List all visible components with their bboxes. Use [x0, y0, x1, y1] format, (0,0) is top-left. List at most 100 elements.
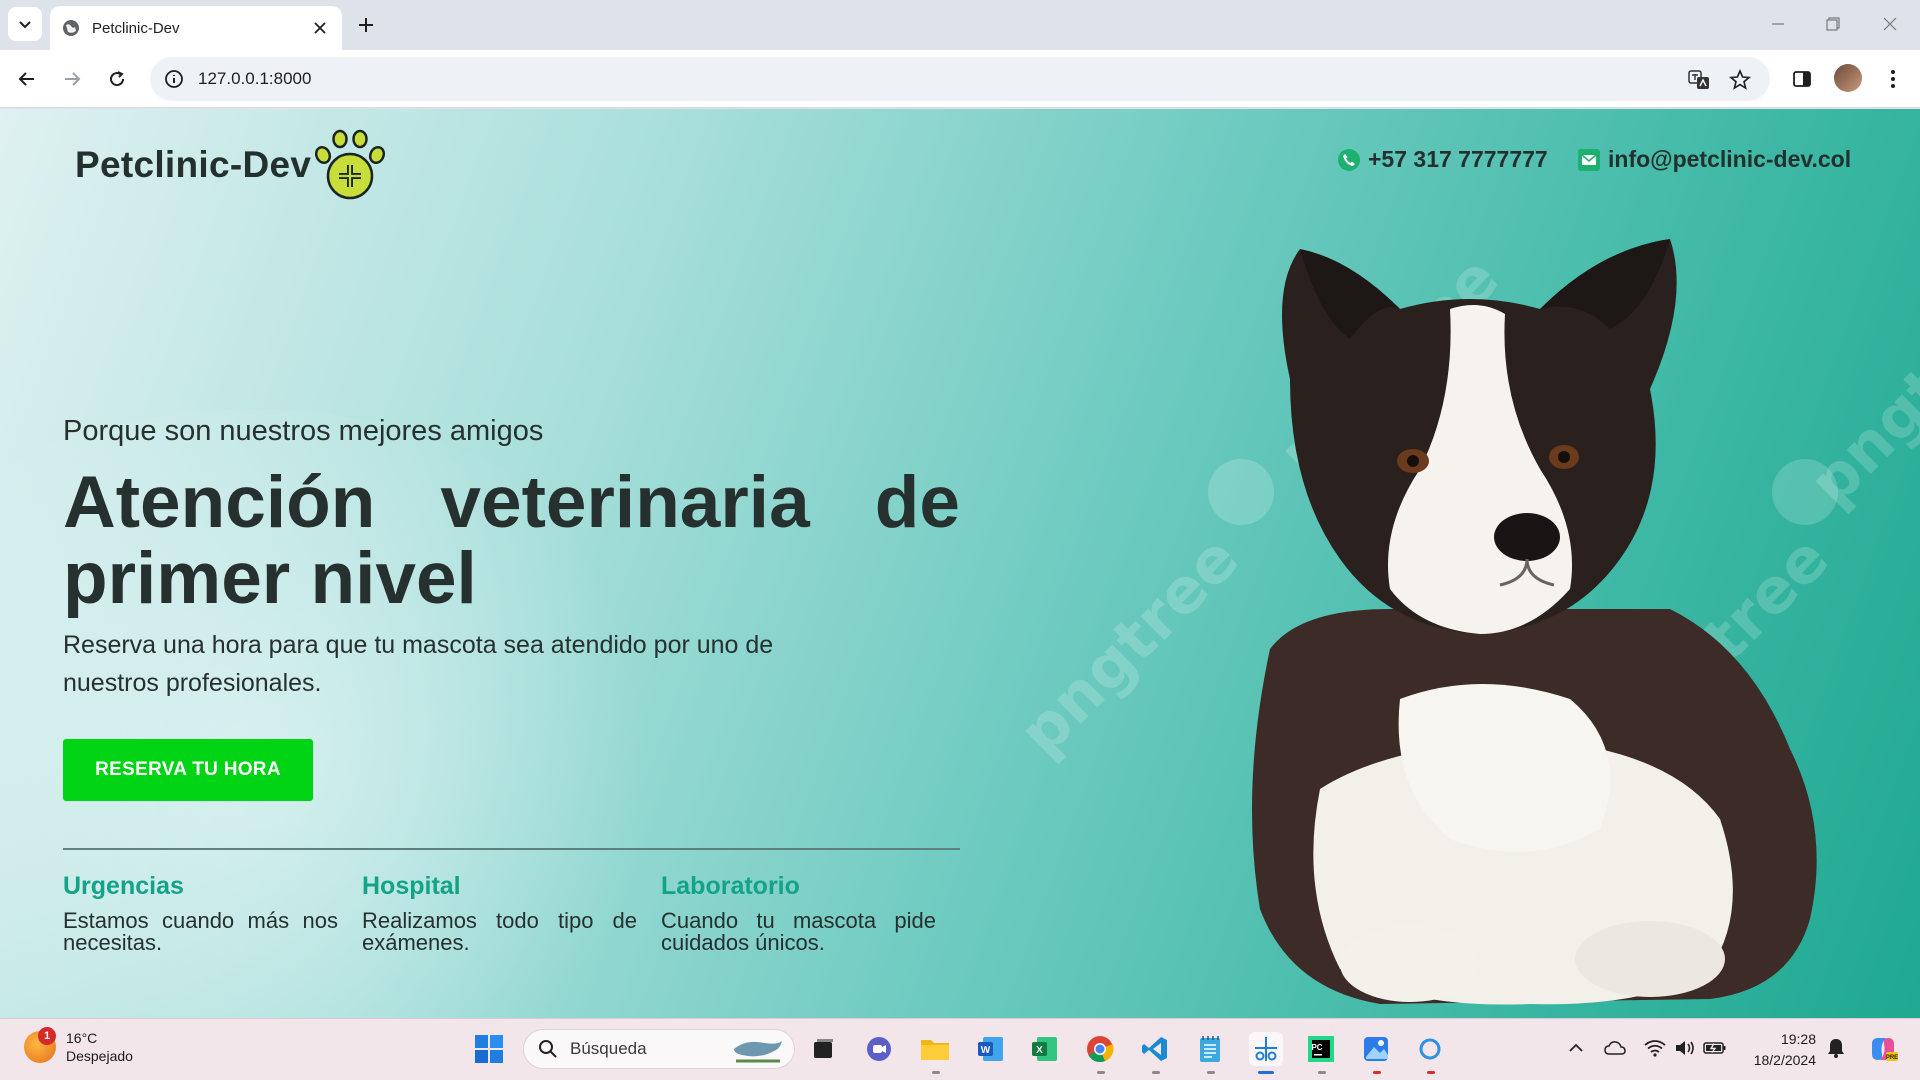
- weather-text: 16°C Despejado: [66, 1029, 133, 1065]
- address-bar[interactable]: 127.0.0.1:8000: [150, 57, 1770, 101]
- feature-text: Estamos cuando más nos necesitas.: [63, 908, 338, 955]
- tab-close-button[interactable]: [310, 18, 330, 38]
- translate-icon: [1688, 70, 1709, 89]
- brand[interactable]: Petclinic-Dev: [75, 127, 389, 203]
- file-explorer-app[interactable]: [918, 1032, 952, 1066]
- snipping-tool-app[interactable]: [1249, 1032, 1283, 1066]
- tray-overflow-button[interactable]: [1564, 1036, 1588, 1060]
- back-button[interactable]: [11, 63, 43, 95]
- close-window-button[interactable]: [1878, 12, 1902, 36]
- restore-button[interactable]: [1821, 12, 1845, 36]
- browser-tabstrip: Petclinic-Dev: [0, 0, 1920, 50]
- search-placeholder: Búsqueda: [570, 1039, 647, 1058]
- notifications-button[interactable]: [1824, 1036, 1848, 1060]
- battery-button[interactable]: [1703, 1036, 1727, 1060]
- excel-app[interactable]: X: [1028, 1032, 1062, 1066]
- feature-title: Hospital: [362, 872, 461, 900]
- notepad-app[interactable]: [1193, 1032, 1227, 1066]
- bookmark-button[interactable]: [1727, 67, 1753, 93]
- chevron-down-icon: [19, 21, 31, 29]
- contact-email[interactable]: info@petclinic-dev.col: [1578, 146, 1851, 173]
- plus-icon: [359, 18, 373, 32]
- tab-title: Petclinic-Dev: [92, 19, 180, 37]
- translate-button[interactable]: [1686, 67, 1712, 93]
- clock-date: 18/2/2024: [1753, 1052, 1816, 1068]
- feature-laboratorio: Laboratorio Cuando tu mascota pide cuida…: [661, 872, 936, 954]
- weather-sun-icon: 1: [24, 1027, 56, 1063]
- page-viewport: pngtree pngtree pngtree pngtree Petclini…: [0, 109, 1920, 1018]
- profile-avatar[interactable]: [1834, 64, 1862, 92]
- svg-text:PRE: PRE: [1886, 1055, 1898, 1061]
- minimize-button[interactable]: [1766, 12, 1790, 36]
- side-panel-button[interactable]: [1787, 64, 1817, 94]
- word-app[interactable]: W: [974, 1032, 1008, 1066]
- forward-button[interactable]: [56, 63, 88, 95]
- browser-tab[interactable]: Petclinic-Dev: [50, 6, 342, 50]
- star-icon: [1729, 69, 1751, 90]
- reserve-button[interactable]: RESERVA TU HORA: [63, 739, 313, 801]
- side-panel-icon: [1793, 71, 1811, 87]
- hero-subtitle: Porque son nuestros mejores amigos: [63, 415, 544, 447]
- chrome-icon: [1087, 1036, 1114, 1063]
- vscode-icon: [1142, 1037, 1167, 1061]
- teams-app[interactable]: [862, 1032, 896, 1066]
- weather-desc: Despejado: [66, 1048, 133, 1064]
- svg-text:PC: PC: [1311, 1043, 1322, 1052]
- feature-text: Cuando tu mascota pide cuidados únicos.: [661, 908, 936, 955]
- arrow-right-icon: [65, 72, 81, 86]
- folder-icon: [921, 1040, 949, 1060]
- battery-charging-icon: [1703, 1042, 1726, 1054]
- chevron-up-icon: [1569, 1043, 1583, 1052]
- close-icon: [314, 22, 326, 34]
- copilot-button[interactable]: PRE: [1866, 1032, 1900, 1066]
- windows-start-icon: [475, 1035, 503, 1063]
- site-info-icon[interactable]: [164, 69, 184, 89]
- wifi-icon: [1644, 1040, 1666, 1057]
- weather-widget[interactable]: 1 16°C Despejado: [24, 1027, 133, 1065]
- paw-plus-logo-icon: [315, 129, 386, 200]
- word-icon: W: [978, 1037, 1003, 1061]
- contact-phone[interactable]: +57 317 7777777: [1338, 146, 1548, 173]
- running-indicator: [932, 1071, 940, 1074]
- wifi-button[interactable]: [1643, 1036, 1667, 1060]
- vscode-app[interactable]: [1138, 1032, 1172, 1066]
- restore-icon: [1826, 17, 1840, 31]
- cloud-icon: [1604, 1041, 1626, 1055]
- cortana-app[interactable]: [1413, 1032, 1447, 1066]
- tab-search-button[interactable]: [8, 7, 42, 41]
- url-text: 127.0.0.1:8000: [198, 69, 312, 88]
- reload-button[interactable]: [101, 63, 133, 95]
- copilot-icon: PRE: [1872, 1038, 1898, 1061]
- start-button[interactable]: [472, 1032, 506, 1066]
- taskbar-search[interactable]: Búsqueda: [523, 1029, 795, 1069]
- feature-title: Urgencias: [63, 872, 184, 900]
- notepad-icon: [1200, 1036, 1220, 1062]
- notification-badge: 1: [38, 1027, 56, 1045]
- new-tab-button[interactable]: [352, 11, 380, 39]
- photos-app[interactable]: [1359, 1032, 1393, 1066]
- taskview-button[interactable]: [806, 1032, 840, 1066]
- onedrive-button[interactable]: [1603, 1036, 1627, 1060]
- system-clock[interactable]: 19:28 18/2/2024: [1740, 1029, 1816, 1071]
- minimize-icon: [1772, 23, 1784, 25]
- feature-text: Realizamos todo tipo de exámenes.: [362, 908, 637, 955]
- taskview-icon: [814, 1039, 833, 1058]
- bell-icon: [1828, 1039, 1844, 1058]
- running-indicator: [1318, 1071, 1326, 1074]
- chrome-app[interactable]: [1083, 1032, 1117, 1066]
- speaker-icon: [1676, 1041, 1694, 1055]
- phone-number: +57 317 7777777: [1368, 146, 1548, 172]
- clock-time: 19:28: [1780, 1031, 1816, 1047]
- pycharm-app[interactable]: PC: [1304, 1032, 1338, 1066]
- volume-button[interactable]: [1673, 1036, 1697, 1060]
- mail-icon: [1578, 148, 1600, 171]
- svg-text:X: X: [1036, 1045, 1043, 1056]
- arrow-left-icon: [18, 72, 34, 86]
- globe-icon: [63, 20, 79, 36]
- menu-button[interactable]: [1878, 64, 1908, 94]
- feature-hospital: Hospital Realizamos todo tipo de exámene…: [362, 872, 637, 954]
- meet-icon: [867, 1037, 891, 1061]
- email-address: info@petclinic-dev.col: [1608, 146, 1852, 172]
- excel-icon: X: [1032, 1037, 1057, 1061]
- feature-title: Laboratorio: [661, 872, 800, 900]
